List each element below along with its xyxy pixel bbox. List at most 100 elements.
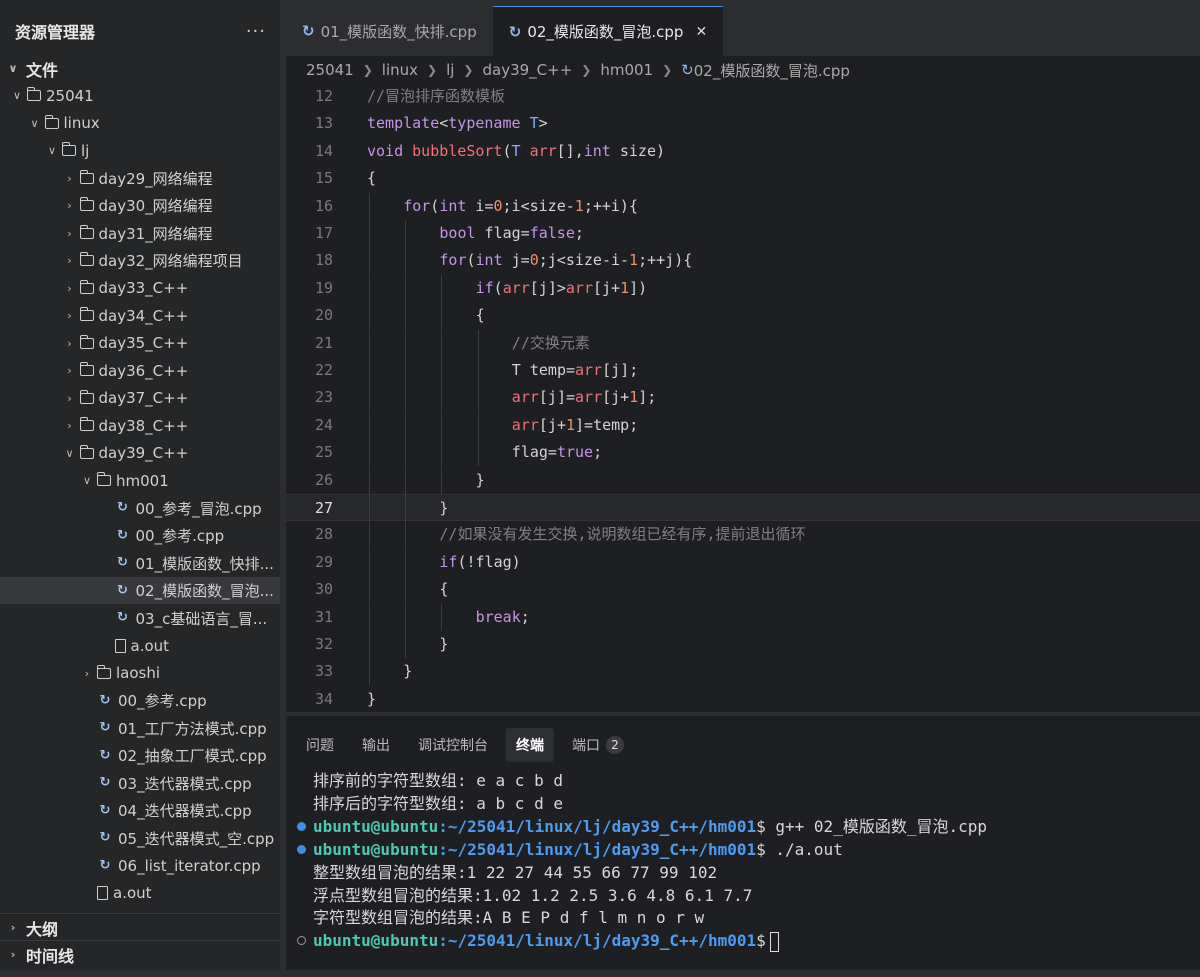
panel-tab[interactable]: 问题: [296, 728, 344, 762]
tree-item[interactable]: ∨ linux: [0, 110, 280, 137]
tree-item[interactable]: › day38_C++: [0, 412, 280, 439]
indent-guide: [405, 548, 407, 576]
code-line[interactable]: 23 arr[j]=arr[j+1];: [286, 384, 1200, 412]
code-line[interactable]: 24 arr[j+1]=temp;: [286, 411, 1200, 439]
code-text: {: [476, 302, 485, 329]
code-token: [j+: [538, 415, 566, 434]
tree-item[interactable]: ∨ 25041: [0, 82, 280, 109]
tree-item[interactable]: ∨ lj: [0, 137, 280, 164]
code-line[interactable]: 22 T temp=arr[j];: [286, 357, 1200, 384]
terminal-line: 浮点型数组冒泡的结果:1.02 1.2 2.5 3.6 4.8 6.1 7.7: [286, 884, 1200, 907]
tree-item[interactable]: ↻ 01_工厂方法模式.cpp: [0, 715, 280, 742]
chevron-down-icon: ∨: [47, 144, 57, 157]
code-line[interactable]: 21 //交换元素: [286, 329, 1200, 357]
tree-item[interactable]: ↻ 00_参考_冒泡.cpp: [0, 495, 280, 522]
section-outline-header[interactable]: › 大纲: [0, 913, 280, 941]
tree-item[interactable]: ↻ 02_抽象工厂模式.cpp: [0, 742, 280, 769]
code-line[interactable]: 30 {: [286, 576, 1200, 604]
tree-item[interactable]: ∨ day39_C++: [0, 440, 280, 467]
tree-item[interactable]: › day33_C++: [0, 275, 280, 302]
tree-item[interactable]: ↻ 03_迭代器模式.cpp: [0, 770, 280, 797]
code-line[interactable]: 27}: [286, 494, 1200, 522]
cpp-file-icon: ↻: [99, 747, 111, 763]
tree-item[interactable]: a.out: [0, 880, 280, 907]
tree-item[interactable]: ↻ 02_模版函数_冒泡...: [0, 577, 280, 604]
code-token: arr: [565, 278, 593, 297]
terminal-text: 排序后的字符型数组: a b c d e: [313, 792, 563, 815]
tree-item[interactable]: › day35_C++: [0, 330, 280, 357]
breadcrumb-item[interactable]: 02_模版函数_冒泡.cpp: [694, 60, 850, 81]
panel-tab[interactable]: 调试控制台: [408, 728, 498, 762]
code-line[interactable]: 25 flag=true;: [286, 439, 1200, 467]
code-line[interactable]: 14 void bubbleSort(T arr[],int size): [286, 138, 1200, 165]
code-line[interactable]: 33}: [286, 658, 1200, 686]
code-line[interactable]: 19 if(arr[j]>arr[j+1]): [286, 274, 1200, 302]
code-line[interactable]: 31 break;: [286, 603, 1200, 631]
line-number: 32: [314, 635, 333, 653]
code-token: flag=: [475, 224, 530, 242]
code-line[interactable]: 28 //如果没有发生交换,说明数组已经有序,提前退出循环: [286, 521, 1200, 549]
tree-item-label: 03_c基础语言_冒...: [135, 609, 268, 628]
code-text: arr[j+1]=temp;: [512, 412, 638, 439]
chevron-right-icon: ›: [67, 226, 72, 240]
code-line[interactable]: 20 {: [286, 302, 1200, 330]
code-token: for: [403, 196, 431, 215]
section-outline-label: 大纲: [26, 919, 59, 939]
editor-tab[interactable]: ↻ 02_模版函数_冒泡.cpp ✕: [492, 6, 724, 56]
code-text: bool flag=false;: [439, 220, 584, 247]
code-token: }: [439, 635, 449, 653]
code-line[interactable]: 34}: [286, 686, 1200, 712]
code-line[interactable]: 17 bool flag=false;: [286, 220, 1200, 247]
code-line[interactable]: 18 for(int j=0;j<size-i-1;++j){: [286, 247, 1200, 275]
code-editor[interactable]: 25041 ❯ linux ❯ lj ❯ day39_C++ ❯ hm001 ❯ ↻ 02_模版函数…: [286, 56, 1200, 712]
tree-item[interactable]: › day34_C++: [0, 302, 280, 329]
tree-item[interactable]: › laoshi: [0, 660, 280, 687]
code-line[interactable]: 26}: [286, 466, 1200, 494]
tree-item[interactable]: ↻ 05_迭代器模式_空.cpp: [0, 825, 280, 852]
code-line[interactable]: 15 {: [286, 165, 1200, 192]
close-icon[interactable]: ✕: [695, 24, 707, 40]
tree-item-label: a.out: [113, 884, 152, 902]
code-line[interactable]: 12 //冒泡排序函数模板: [286, 83, 1200, 110]
section-timeline-header[interactable]: › 时间线: [0, 940, 280, 968]
breadcrumb-item[interactable]: 25041: [306, 61, 354, 79]
section-files-header[interactable]: ∨ 文件: [0, 55, 280, 82]
tree-item-label: day29_网络编程: [98, 169, 213, 188]
tree-item[interactable]: › day37_C++: [0, 385, 280, 412]
tree-item[interactable]: ↻ 01_模版函数_快排...: [0, 550, 280, 577]
tree-item[interactable]: › day30_网络编程: [0, 192, 280, 219]
tree-item[interactable]: › day36_C++: [0, 357, 280, 384]
editor-tab[interactable]: ↻ 01_模版函数_快排.cpp: [286, 6, 493, 56]
tree-item[interactable]: › day31_网络编程: [0, 220, 280, 247]
indent-guide: [405, 631, 407, 658]
tree-item[interactable]: › day32_网络编程项目: [0, 247, 280, 274]
panel-tab[interactable]: 输出: [352, 728, 400, 762]
tree-item[interactable]: ∨ hm001: [0, 467, 280, 494]
code-line[interactable]: 16 for(int i=0;i<size-1;++i){: [286, 192, 1200, 220]
code-token: arr: [511, 415, 539, 434]
panel-tab[interactable]: 终端: [506, 728, 554, 762]
code-line[interactable]: 32}: [286, 631, 1200, 658]
code-token: 1: [629, 388, 639, 407]
tree-item[interactable]: ↻ 04_迭代器模式.cpp: [0, 797, 280, 824]
code-token: 1: [565, 415, 576, 434]
breadcrumb-item[interactable]: day39_C++: [482, 61, 572, 79]
tree-item[interactable]: a.out: [0, 632, 280, 659]
indent-guide: [369, 521, 370, 549]
tree-item[interactable]: ↻ 03_c基础语言_冒...: [0, 605, 280, 632]
breadcrumb-item[interactable]: hm001: [600, 61, 653, 79]
breadcrumb-item[interactable]: lj: [446, 61, 454, 79]
code-line[interactable]: 29 if(!flag): [286, 548, 1200, 576]
panel-tab[interactable]: 端口 2: [562, 728, 634, 762]
tree-item[interactable]: ↻ 00_参考.cpp: [0, 522, 280, 549]
code-line[interactable]: 13 template<typename T>: [286, 110, 1200, 137]
chevron-right-icon: ›: [67, 391, 72, 405]
panel-tab-label: 问题: [306, 738, 334, 754]
breadcrumb-item[interactable]: linux: [382, 61, 418, 79]
more-actions-icon[interactable]: ···: [246, 21, 266, 42]
chevron-down-icon: ∨: [82, 474, 92, 487]
tree-item[interactable]: ↻ 00_参考.cpp: [0, 687, 280, 714]
tree-item[interactable]: › day29_网络编程: [0, 165, 280, 192]
tree-item[interactable]: ↻ 06_list_iterator.cpp: [0, 852, 280, 879]
